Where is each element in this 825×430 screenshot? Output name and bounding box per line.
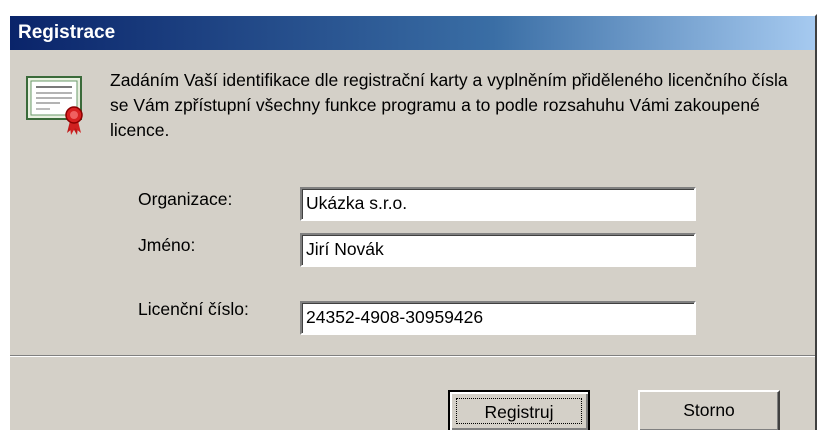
intro-text: Zadáním Vaší identifikace dle registračn…	[110, 70, 788, 140]
separator	[10, 355, 815, 357]
title-bar[interactable]: Registrace	[10, 16, 815, 50]
license-number-field[interactable]: 24352-4908-30959426	[300, 301, 696, 335]
certificate-icon	[26, 76, 83, 135]
license-number-label: Licenční číslo:	[138, 299, 249, 319]
organization-field[interactable]: Ukázka s.r.o.	[300, 187, 696, 221]
organization-label: Organizace:	[138, 189, 233, 209]
cancel-button-label: Storno	[683, 400, 735, 420]
name-field[interactable]: Jirí Novák	[300, 233, 696, 267]
name-label: Jméno:	[138, 235, 196, 255]
cancel-button[interactable]: Storno	[638, 390, 780, 430]
register-button-label: Registruj	[456, 398, 582, 424]
registration-dialog: Registrace Zadáním Vaší identifikace dle…	[8, 14, 817, 430]
window-title: Registrace	[18, 22, 116, 43]
register-button[interactable]: Registruj	[448, 390, 590, 430]
